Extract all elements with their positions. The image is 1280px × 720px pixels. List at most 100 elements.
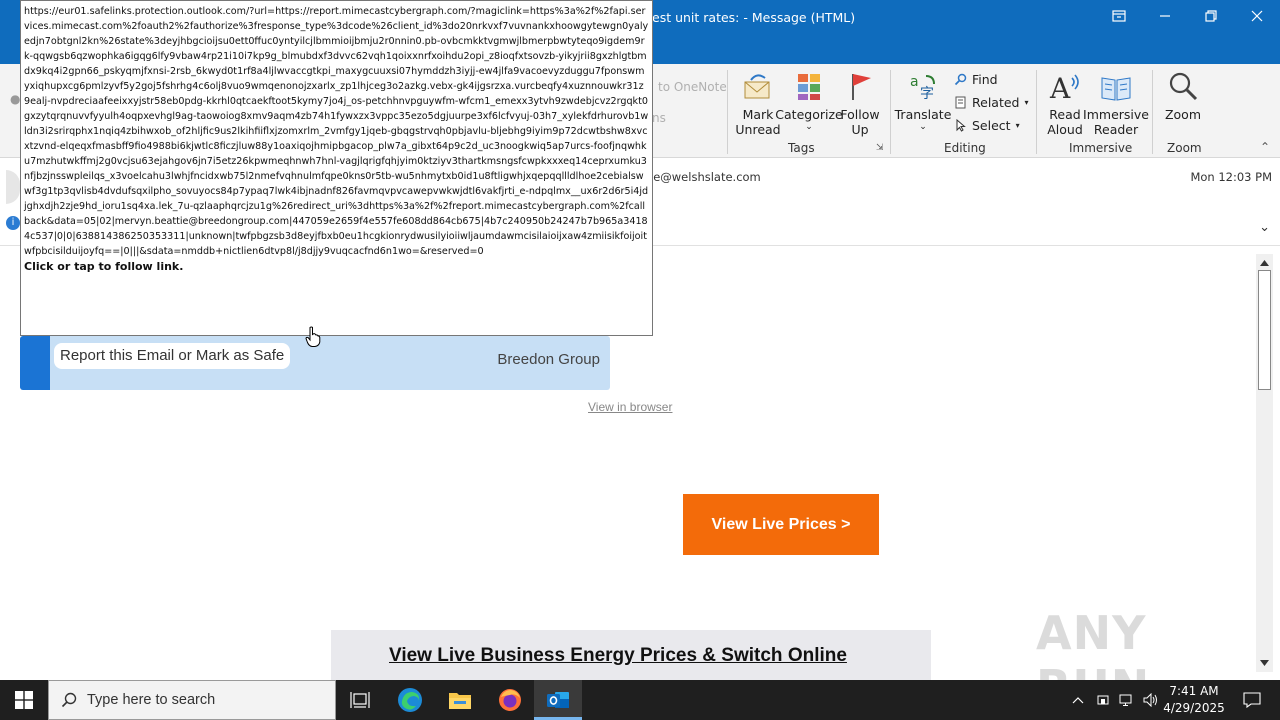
sender-email: ie@welshslate.com	[650, 170, 761, 184]
mark-unread-button[interactable]: Mark Unread	[735, 70, 781, 137]
related-button[interactable]: Related ▾	[954, 95, 1029, 110]
ribbon-separator	[1036, 70, 1037, 154]
read-aloud-button[interactable]: A Read Aloud	[1042, 70, 1088, 137]
file-explorer-taskbar-button[interactable]	[436, 680, 484, 720]
report-email-button[interactable]: Report this Email or Mark as Safe	[54, 343, 291, 369]
read-aloud-icon: A	[1049, 72, 1079, 104]
search-placeholder: Type here to search	[87, 692, 216, 708]
ribbon-separator	[890, 70, 891, 154]
network-icon	[1119, 694, 1132, 706]
magnifier-icon	[1169, 72, 1198, 101]
chevron-up-icon	[1072, 697, 1084, 704]
task-view-button[interactable]	[336, 680, 384, 720]
arrow-up-icon	[1260, 260, 1269, 266]
network-tray-button[interactable]	[1116, 680, 1138, 720]
close-button[interactable]	[1234, 0, 1280, 32]
editing-group-label: Editing	[944, 141, 986, 155]
taskbar-clock[interactable]: 7:41 AM 4/29/2025	[1160, 683, 1228, 717]
arrow-down-icon	[1260, 660, 1269, 666]
svg-text:字: 字	[920, 86, 934, 102]
window-title: est unit rates: - Message (HTML)	[652, 10, 856, 25]
folder-icon	[449, 693, 471, 709]
show-hidden-icons-button[interactable]	[1068, 680, 1088, 720]
hand-cursor-icon	[305, 326, 321, 347]
clock-time: 7:41 AM	[1169, 684, 1219, 698]
view-in-browser-link[interactable]: View in browser	[588, 400, 672, 414]
ribbon-display-options-button[interactable]	[1096, 0, 1142, 32]
brand-label: Breedon Group	[497, 351, 600, 368]
usb-device-icon	[1097, 695, 1109, 705]
close-icon	[1251, 10, 1263, 22]
chevron-down-icon: ⌄	[919, 122, 927, 132]
message-date: Mon 12:03 PM	[1190, 170, 1272, 184]
faded-ribbon-label: ns	[652, 111, 666, 125]
chevron-down-icon: ▾	[1024, 98, 1029, 107]
scrollbar-thumb[interactable]	[1258, 270, 1271, 390]
edge-taskbar-button[interactable]	[386, 680, 434, 720]
minimize-icon	[1160, 15, 1170, 17]
search-icon	[954, 73, 967, 86]
headline-band: View Live Business Energy Prices & Switc…	[331, 630, 931, 680]
task-view-icon	[350, 692, 370, 708]
volume-tray-button[interactable]	[1140, 680, 1162, 720]
ribbon-separator	[1152, 70, 1153, 154]
zoom-group-label: Zoom	[1167, 141, 1202, 155]
follow-up-button[interactable]: Follow Up	[838, 70, 882, 137]
minimize-button[interactable]	[1142, 0, 1188, 32]
document-icon	[955, 96, 966, 109]
translate-button[interactable]: a 字 Translate ⌄	[895, 70, 952, 132]
tooltip-hint: Click or tap to follow link.	[24, 260, 184, 273]
link-tooltip: https://eur01.safelinks.protection.outlo…	[20, 0, 653, 336]
people-icon: ●	[10, 92, 21, 106]
info-icon: i	[6, 216, 20, 230]
chevron-down-icon: ⌄	[805, 122, 813, 132]
outlook-icon	[547, 692, 569, 708]
search-icon	[61, 692, 77, 708]
immersive-reader-button[interactable]: Immersive Reader	[1083, 70, 1149, 137]
tooltip-url: https://eur01.safelinks.protection.outlo…	[24, 6, 649, 257]
outlook-taskbar-button[interactable]	[534, 680, 582, 720]
speaker-icon	[1143, 693, 1157, 707]
collapse-ribbon-icon[interactable]: ⌃	[1260, 140, 1270, 154]
immersive-group-label: Immersive	[1069, 141, 1133, 155]
notification-icon	[1243, 692, 1261, 708]
translate-icon: a 字	[910, 74, 935, 102]
cursor-select-icon	[956, 119, 966, 132]
flag-icon	[852, 74, 871, 100]
avatar	[6, 170, 20, 204]
taskbar-search-box[interactable]: Type here to search	[48, 680, 336, 720]
envelope-icon	[744, 74, 770, 99]
taskbar: Type here to search 7:41 AM 4/29/2025	[0, 680, 1280, 720]
expand-header-icon[interactable]: ⌄	[1259, 220, 1270, 235]
categorize-button[interactable]: Categorize ⌄	[775, 70, 843, 132]
svg-text:a: a	[910, 74, 919, 90]
notifications-button[interactable]	[1232, 680, 1272, 720]
select-button[interactable]: Select ▾	[954, 118, 1020, 133]
restore-icon	[1205, 10, 1217, 22]
firefox-taskbar-button[interactable]	[486, 680, 534, 720]
firefox-icon	[499, 689, 521, 711]
view-live-prices-button[interactable]: View Live Prices >	[683, 494, 879, 555]
ribbon-separator	[727, 70, 728, 154]
find-button[interactable]: Find	[954, 72, 998, 87]
onenote-button-label[interactable]: to OneNote	[658, 80, 727, 94]
zoom-button[interactable]: Zoom	[1160, 70, 1206, 122]
categorize-icon	[798, 74, 820, 100]
dialog-launcher-icon[interactable]: ⇲	[876, 143, 884, 153]
tray-device-icon[interactable]	[1092, 680, 1114, 720]
start-button[interactable]	[0, 680, 48, 720]
tags-group-label: Tags	[788, 141, 815, 155]
scroll-up-button[interactable]	[1257, 256, 1272, 270]
headline-link[interactable]: View Live Business Energy Prices & Switc…	[389, 645, 847, 667]
edge-icon	[398, 688, 422, 712]
chevron-down-icon: ▾	[1015, 121, 1020, 130]
banner-stripe	[20, 336, 50, 390]
book-icon	[1101, 77, 1131, 101]
clock-date: 4/29/2025	[1163, 701, 1225, 715]
ribbon-display-icon	[1112, 10, 1126, 22]
anyrun-watermark: ANY RUN	[1036, 606, 1149, 680]
restore-button[interactable]	[1188, 0, 1234, 32]
scroll-down-button[interactable]	[1257, 656, 1272, 670]
svg-text:A: A	[1049, 72, 1071, 104]
windows-logo-icon	[15, 691, 33, 709]
